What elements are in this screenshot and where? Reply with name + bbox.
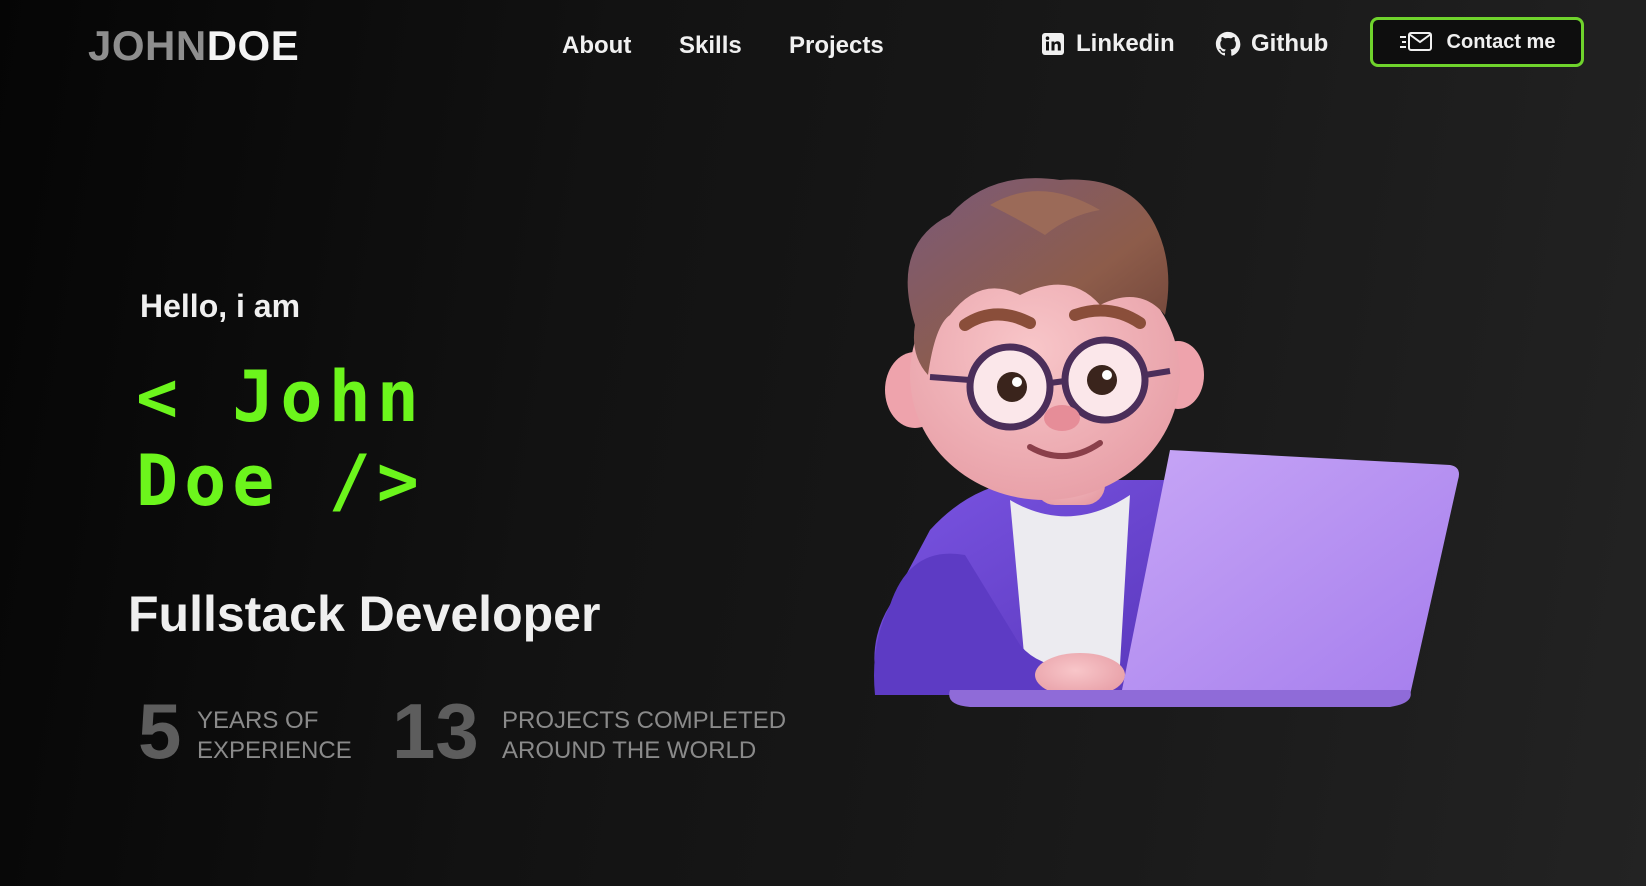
nav-link-skills[interactable]: Skills: [679, 32, 742, 60]
linkedin-label: Linkedin: [1076, 30, 1175, 57]
stat-projects-label-line-2: AROUND THE WORLD: [502, 737, 757, 764]
logo-first-name: JOHN: [88, 22, 207, 69]
contact-me-button[interactable]: Contact me: [1370, 17, 1584, 67]
hero-role: Fullstack Developer: [128, 586, 601, 642]
stat-years-number: 5: [138, 687, 182, 775]
linkedin-link[interactable]: Linkedin: [1040, 30, 1175, 58]
linkedin-icon: [1040, 31, 1066, 57]
stat-projects-number: 13: [392, 687, 479, 775]
stat-years-label-line-1: YEARS OF: [197, 707, 319, 734]
github-icon: [1215, 31, 1241, 57]
nav-link-about[interactable]: About: [562, 32, 631, 60]
stat-years-label-line-2: EXPERIENCE: [197, 737, 352, 764]
hero-name-line-2: Doe />: [136, 440, 425, 522]
envelope-icon: [1399, 29, 1433, 55]
logo-last-name: DOE: [206, 22, 300, 69]
stat-projects-label: PROJECTS COMPLETED AROUND THE WORLD: [502, 706, 786, 766]
github-link[interactable]: Github: [1215, 30, 1328, 58]
developer-avatar-illustration: [874, 178, 1459, 707]
site-logo[interactable]: JOHNDOE: [88, 22, 299, 70]
contact-me-label: Contact me: [1446, 30, 1556, 53]
hero-greeting: Hello, i am: [140, 288, 301, 324]
nav-link-projects[interactable]: Projects: [789, 32, 884, 60]
stat-years-label: YEARS OF EXPERIENCE: [197, 706, 352, 766]
hero-name-line-1: < John: [136, 356, 425, 438]
github-label: Github: [1251, 30, 1329, 57]
stat-projects-label-line-1: PROJECTS COMPLETED: [502, 707, 787, 734]
